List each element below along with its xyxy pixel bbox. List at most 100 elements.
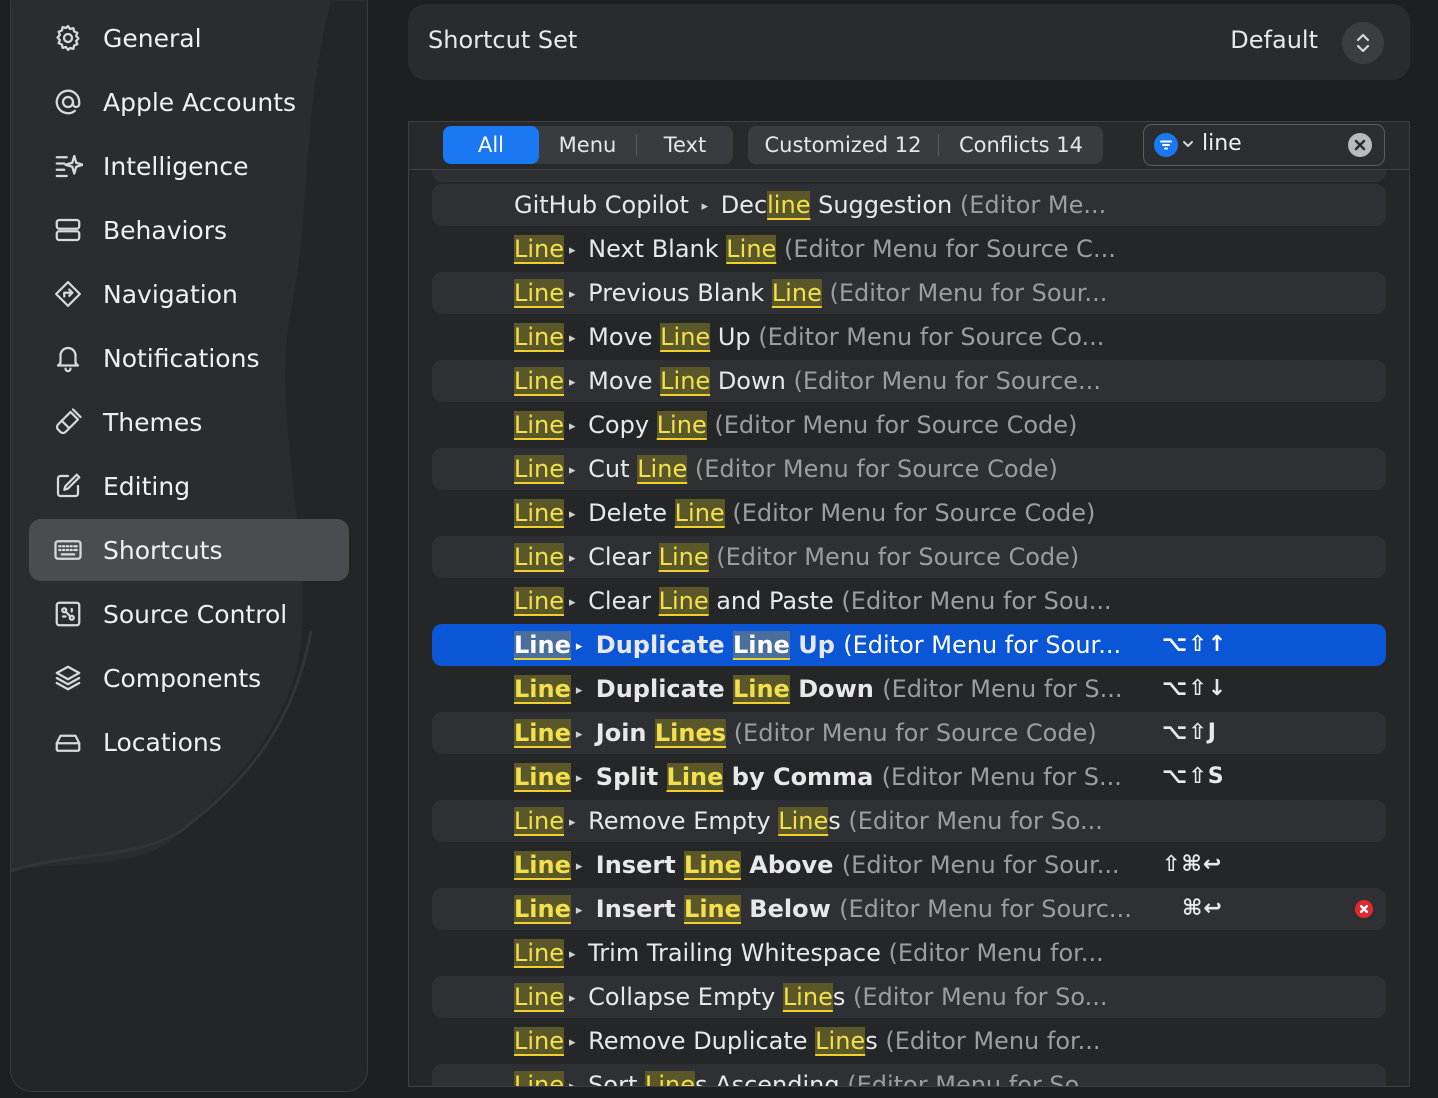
- table-row[interactable]: Line ▸ Remove Duplicate Lines (Editor Men…: [432, 1020, 1386, 1062]
- filter-conflicts-button[interactable]: Conflicts 14: [939, 126, 1103, 164]
- sidebar-item-behaviors[interactable]: Behaviors: [29, 199, 349, 261]
- table-row[interactable]: Line ▸ Clear Line and Paste (Editor Menu …: [432, 580, 1386, 622]
- shortcut-command-label: Line ▸ Copy Line (Editor Menu for Source …: [514, 409, 1077, 446]
- search-input[interactable]: line: [1202, 131, 1242, 156]
- table-row[interactable]: Line ▸ Copy Line (Editor Menu for Source …: [432, 404, 1386, 446]
- menu-path-arrow-icon: ▸: [569, 815, 576, 830]
- menu-context-text: (Editor Menu for So...: [852, 983, 1108, 1011]
- table-row[interactable]: Line ▸ Move Line Down (Editor Menu for So…: [432, 360, 1386, 402]
- filter-text-button[interactable]: Text: [637, 126, 733, 164]
- table-row[interactable]: Line ▸ Trim Trailing Whitespace (Editor M…: [432, 932, 1386, 974]
- menu-path-arrow-icon: ▸: [569, 595, 576, 610]
- sidebar-item-locations[interactable]: Locations: [29, 711, 349, 773]
- menu-path-arrow-icon: ▸: [569, 551, 576, 566]
- command-text: Clear: [580, 587, 659, 615]
- key-equivalent[interactable]: ⌥⇧J: [1162, 717, 1217, 749]
- conflict-warning-icon[interactable]: [1355, 900, 1373, 918]
- filter-icon[interactable]: [1154, 133, 1178, 157]
- table-row[interactable]: Line ▸ Next Blank Line (Editor Menu for S…: [432, 228, 1386, 270]
- command-text: Move: [580, 367, 661, 395]
- command-text: Duplicate: [587, 675, 733, 703]
- search-match-highlight: Line: [666, 763, 724, 791]
- table-row[interactable]: Line ▸ Split Line by Comma (Editor Menu f…: [432, 756, 1386, 798]
- clear-icon[interactable]: [1348, 133, 1372, 157]
- shortcut-set-value[interactable]: Default: [1230, 26, 1318, 54]
- key-equivalent[interactable]: ⌘↩: [1182, 893, 1223, 925]
- table-row[interactable]: Line ▸ Join Lines (Editor Menu for Source…: [432, 712, 1386, 754]
- table-row[interactable]: Line ▸ Move Line Up (Editor Menu for Sour…: [432, 316, 1386, 358]
- sidebar-item-components[interactable]: Components: [29, 647, 349, 709]
- shortcut-command-label: Line ▸ Clear Line and Paste (Editor Menu …: [514, 585, 1112, 622]
- sidebar-item-notifications[interactable]: Notifications: [29, 327, 349, 389]
- table-row[interactable]: Line ▸ Remove Empty Lines (Editor Menu fo…: [432, 800, 1386, 842]
- key-equivalent[interactable]: ⌥⇧↑: [1162, 629, 1227, 661]
- sidebar-item-general[interactable]: General: [29, 7, 349, 69]
- sidebar-item-editing[interactable]: Editing: [29, 455, 349, 517]
- shortcut-command-label: Line ▸ Next Blank Line (Editor Menu for S…: [514, 233, 1116, 270]
- keyboard-icon: [51, 533, 85, 567]
- search-match-highlight: Line: [514, 675, 571, 703]
- command-text: s Ascending: [695, 1071, 848, 1086]
- command-text: Insert: [587, 851, 685, 879]
- search-match-highlight: Line: [514, 367, 565, 395]
- menu-context-text: (Editor Menu for Sou...: [841, 587, 1112, 615]
- menu-context-text: (Editor Menu for Source Code): [714, 411, 1078, 439]
- command-text: Delete: [580, 499, 675, 527]
- key-equivalent[interactable]: ⌥⇧S: [1162, 761, 1225, 793]
- menu-path-arrow-icon: ▸: [569, 1035, 576, 1050]
- bell-icon: [51, 341, 85, 375]
- table-row[interactable]: Line ▸ Previous Blank Line (Editor Menu f…: [432, 272, 1386, 314]
- menu-path-arrow-icon: ▸: [575, 727, 583, 742]
- sidebar-item-label: General: [103, 23, 202, 53]
- sidebar-item-apple-accounts[interactable]: Apple Accounts: [29, 71, 349, 133]
- menu-path-arrow-icon: ▸: [569, 463, 576, 478]
- table-row[interactable]: Line ▸ Duplicate Line Down (Editor Menu f…: [432, 668, 1386, 710]
- chevron-down-icon[interactable]: [1181, 136, 1195, 150]
- behaviors-icon: [51, 213, 85, 247]
- search-match-highlight: Line: [514, 895, 571, 923]
- table-row[interactable]: Line ▸ Cut Line (Editor Menu for Source C…: [432, 448, 1386, 490]
- table-row[interactable]: Line ▸ Insert Line Above (Editor Menu for…: [432, 844, 1386, 886]
- search-match-highlight: Line: [514, 1071, 565, 1086]
- sidebar-item-navigation[interactable]: Navigation: [29, 263, 349, 325]
- shortcut-command-label: Line ▸ Clear Line (Editor Menu for Source…: [514, 541, 1079, 578]
- command-text: [776, 235, 784, 263]
- shortcut-command-label: Line ▸ Previous Blank Line (Editor Menu f…: [514, 277, 1107, 314]
- sidebar-item-source-control[interactable]: Source Control: [29, 583, 349, 645]
- search-field[interactable]: line: [1143, 124, 1385, 166]
- table-row[interactable]: GitHub Copilot ▸ Decline Suggestion (Edi…: [432, 184, 1386, 226]
- table-row[interactable]: Line▸ Sort Lines Ascending (Editor Menu …: [432, 1064, 1386, 1086]
- menu-context-text: (Editor Me...: [959, 191, 1107, 219]
- sidebar-item-label: Components: [103, 663, 262, 693]
- command-text: Up: [789, 631, 844, 659]
- key-equivalent[interactable]: ⌥⇧↓: [1162, 673, 1227, 705]
- table-row[interactable]: Line ▸ Clear Line (Editor Menu for Source…: [432, 536, 1386, 578]
- table-row[interactable]: Line ▸ Duplicate Line Up (Editor Menu for…: [432, 624, 1386, 666]
- sidebar: General Apple Accounts Intelligence Beha…: [10, 0, 368, 1092]
- sidebar-item-label: Locations: [103, 727, 222, 757]
- sidebar-item-shortcuts[interactable]: Shortcuts: [29, 519, 349, 581]
- filter-menu-button[interactable]: Menu: [539, 126, 636, 164]
- sidebar-item-label: Shortcuts: [103, 535, 223, 565]
- sidebar-item-themes[interactable]: Themes: [29, 391, 349, 453]
- menu-context-text: (Editor Menu for...: [888, 939, 1104, 967]
- table-row[interactable]: Line ▸ Delete Line (Editor Menu for Sourc…: [432, 492, 1386, 534]
- menu-context-text: (Editor Menu for Source Code): [733, 719, 1097, 747]
- command-text: Cut: [580, 455, 638, 483]
- menu-path-arrow-icon: ▸: [569, 375, 576, 390]
- command-text: and Paste: [708, 587, 842, 615]
- sidebar-item-intelligence[interactable]: Intelligence: [29, 135, 349, 197]
- table-row[interactable]: Line ▸ Collapse Empty Lines (Editor Menu …: [432, 976, 1386, 1018]
- filter-all-button[interactable]: All: [443, 126, 539, 164]
- shortcut-set-popup-button[interactable]: [1342, 22, 1384, 64]
- table-row[interactable]: Line ▸ Insert Line Below (Editor Menu for…: [432, 888, 1386, 930]
- command-text: Below: [740, 895, 840, 923]
- table-row[interactable]: [432, 170, 1386, 182]
- command-text: Split: [587, 763, 667, 791]
- key-equivalent[interactable]: ⇧⌘↩: [1162, 849, 1222, 881]
- filter-customized-button[interactable]: Customized 12: [748, 126, 938, 164]
- command-text: Up: [710, 323, 759, 351]
- command-text: GitHub Copilot: [514, 191, 697, 219]
- sidebar-item-label: Source Control: [103, 599, 288, 629]
- status-segmented-control: Customized 12 Conflicts 14: [748, 126, 1103, 164]
